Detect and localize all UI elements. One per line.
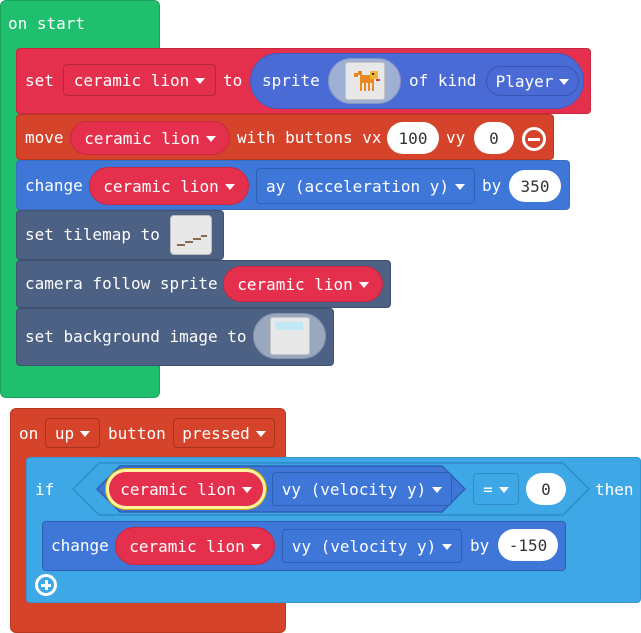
compare-value-input[interactable]: 0 (526, 473, 566, 505)
change-keyword: change (25, 176, 83, 195)
event-choice-dropdown[interactable]: pressed (173, 418, 275, 448)
sprite-image-picker[interactable] (328, 58, 401, 104)
move-keyword: move (25, 128, 64, 147)
operator-label: = (483, 479, 493, 499)
with-buttons-vx-keyword: with buttons vx (237, 128, 382, 147)
change-vy-property-dropdown[interactable]: vy (velocity y) (282, 529, 462, 563)
set-tilemap-label: set tilemap to (25, 225, 160, 244)
change-vy-variable-label: ceramic lion (129, 536, 245, 556)
change-ay-variable-label: ceramic lion (103, 176, 219, 196)
button-keyword: button (108, 424, 166, 443)
ay-property-label: ay (acceleration y) (265, 176, 450, 196)
chevron-down-icon (195, 78, 206, 84)
button-choice-dropdown[interactable]: up (45, 418, 100, 448)
if-property-dropdown[interactable]: vy (velocity y) (272, 472, 452, 506)
then-keyword: then (595, 480, 634, 499)
set-background-label: set background image to (25, 327, 247, 346)
chevron-down-icon (250, 544, 261, 550)
on-keyword: on (19, 424, 39, 443)
background-image-picker[interactable] (253, 313, 326, 359)
chevron-down-icon (498, 487, 509, 493)
ay-value-input[interactable]: 350 (509, 170, 561, 202)
operator-dropdown[interactable]: = (473, 473, 519, 505)
kind-dropdown[interactable]: Player (486, 66, 579, 96)
orange-cat-sprite-icon (344, 62, 385, 100)
if-property-label: vy (velocity y) (281, 479, 427, 499)
set-variable-dropdown[interactable]: ceramic lion (63, 64, 216, 96)
chevron-down-icon (358, 282, 369, 288)
vy-change-value-input[interactable]: -150 (498, 529, 558, 561)
by-keyword: by (482, 176, 502, 195)
camera-follow-label: camera follow sprite (25, 274, 218, 293)
tilemap-graphic (177, 235, 207, 246)
chevron-down-icon (224, 184, 235, 190)
event-choice-label: pressed (182, 423, 250, 443)
chevron-down-icon (241, 487, 252, 493)
chevron-down-icon (432, 487, 443, 493)
ay-property-dropdown[interactable]: ay (acceleration y) (256, 168, 475, 204)
chevron-down-icon (559, 79, 570, 85)
of-kind-keyword: of kind (409, 71, 477, 90)
change-ay-variable-dropdown[interactable]: ceramic lion (89, 167, 249, 205)
move-variable-label: ceramic lion (84, 128, 200, 148)
remove-minus-icon[interactable] (522, 127, 546, 151)
camera-variable-label: ceramic lion (237, 274, 353, 294)
chevron-down-icon (80, 431, 91, 437)
chevron-down-icon (442, 544, 453, 550)
cat-sprite-graphic (353, 71, 380, 91)
change-vy-variable-dropdown[interactable]: ceramic lion (115, 527, 275, 565)
sprite-keyword: sprite (262, 71, 320, 90)
on-start-label: on start (8, 14, 86, 33)
chevron-down-icon (205, 136, 216, 142)
set-keyword: set (25, 71, 54, 90)
change-vy-keyword: change (51, 536, 109, 555)
add-else-plus-icon[interactable] (35, 574, 57, 596)
if-variable-dropdown[interactable]: ceramic lion (106, 469, 266, 509)
tilemap-thumbnail-icon[interactable] (170, 215, 212, 255)
if-variable-label: ceramic lion (120, 479, 236, 499)
kind-label: Player (495, 71, 554, 91)
move-variable-dropdown[interactable]: ceramic lion (70, 121, 230, 155)
button-choice-label: up (54, 423, 75, 443)
set-variable-label: ceramic lion (73, 70, 190, 90)
background-thumbnail-icon (269, 317, 310, 355)
to-keyword: to (223, 71, 243, 90)
chevron-down-icon (455, 184, 466, 190)
vy-keyword: vy (446, 128, 466, 147)
change-vy-by-keyword: by (470, 536, 490, 555)
change-vy-property-label: vy (velocity y) (291, 536, 437, 556)
chevron-down-icon (255, 431, 266, 437)
if-keyword: if (35, 480, 55, 499)
camera-variable-dropdown[interactable]: ceramic lion (223, 266, 383, 302)
vx-input[interactable]: 100 (387, 122, 439, 154)
vy-input[interactable]: 0 (474, 122, 514, 154)
